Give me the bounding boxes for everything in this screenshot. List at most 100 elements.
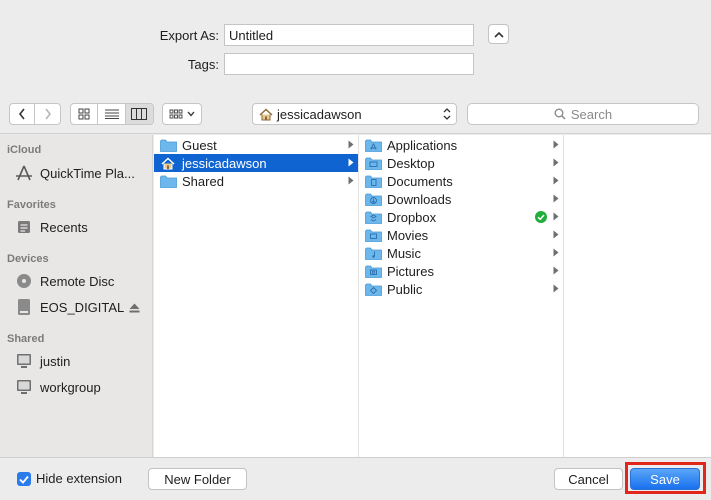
column-home: Applications Desktop Documents Downloads… (359, 135, 564, 457)
search-field[interactable]: Search (467, 103, 699, 125)
disclosure-arrow-icon (553, 212, 559, 221)
export-header: Export As: Tags: (0, 0, 711, 96)
tags-field[interactable] (224, 53, 474, 75)
list-item-documents[interactable]: Documents (359, 172, 563, 190)
recents-icon (14, 218, 34, 236)
sidebar-item-label: Recents (40, 219, 88, 235)
list-item-label: Music (387, 245, 421, 261)
grid-icon (78, 108, 90, 120)
list-view-button[interactable] (98, 104, 126, 124)
forward-button[interactable] (35, 104, 60, 124)
expand-dialog-button[interactable] (488, 24, 509, 44)
location-label: jessicadawson (277, 106, 362, 122)
disc-icon (14, 272, 34, 290)
list-item-label: jessicadawson (182, 155, 267, 171)
home-icon (159, 156, 177, 170)
disclosure-arrow-icon (553, 140, 559, 149)
sidebar-item-eos-digital[interactable]: EOS_DIGITAL (14, 298, 124, 316)
music-folder-icon (364, 246, 382, 260)
sidebar-section-devices: Devices (7, 253, 49, 265)
list-item-movies[interactable]: Movies (359, 226, 563, 244)
list-item-guest[interactable]: Guest (154, 136, 358, 154)
list-item-music[interactable]: Music (359, 244, 563, 262)
disclosure-arrow-icon (553, 284, 559, 293)
toolbar: jessicadawson Search (0, 96, 711, 134)
list-item-jessicadawson[interactable]: jessicadawson (154, 154, 358, 172)
disclosure-arrow-icon (553, 158, 559, 167)
disclosure-arrow-icon (348, 176, 354, 185)
export-as-label: Export As: (159, 27, 219, 43)
sidebar-item-workgroup[interactable]: workgroup (14, 378, 101, 396)
cancel-button[interactable]: Cancel (554, 468, 623, 490)
sidebar-item-quicktime[interactable]: QuickTime Pla... (14, 164, 135, 182)
list-item-applications[interactable]: Applications (359, 136, 563, 154)
applications-folder-icon (364, 138, 382, 152)
home-icon (259, 108, 273, 120)
pictures-folder-icon (364, 264, 382, 278)
sidebar-item-label: Remote Disc (40, 273, 115, 289)
list-item-label: Guest (182, 137, 217, 153)
folder-icon (159, 174, 177, 188)
list-item-downloads[interactable]: Downloads (359, 190, 563, 208)
sidebar-item-remote-disc[interactable]: Remote Disc (14, 272, 114, 290)
disclosure-arrow-icon (553, 176, 559, 185)
eject-icon (129, 303, 140, 313)
sidebar-item-label: QuickTime Pla... (40, 165, 135, 181)
back-button[interactable] (10, 104, 36, 124)
chevron-left-icon (18, 108, 25, 120)
search-icon (554, 108, 566, 120)
search-placeholder: Search (570, 106, 613, 122)
disclosure-arrow-icon (553, 248, 559, 257)
folder-icon (159, 138, 177, 152)
list-item-label: Shared (182, 173, 224, 189)
disclosure-arrow-icon (348, 158, 354, 167)
disclosure-arrow-icon (553, 194, 559, 203)
monitor-icon (14, 352, 34, 370)
documents-folder-icon (364, 174, 382, 188)
sidebar-item-label: EOS_DIGITAL (40, 299, 125, 315)
list-item-shared[interactable]: Shared (154, 172, 358, 190)
column-users: Guest jessicadawson Shared (154, 135, 359, 457)
sidebar-section-icloud: iCloud (7, 144, 42, 156)
list-icon (104, 109, 119, 119)
public-folder-icon (364, 282, 382, 296)
disclosure-arrow-icon (553, 230, 559, 239)
drive-icon (14, 298, 34, 316)
sidebar: iCloud QuickTime Pla... Favorites Recent… (0, 135, 153, 457)
tags-label: Tags: (187, 56, 219, 72)
columns-icon (131, 108, 148, 120)
disclosure-arrow-icon (553, 266, 559, 275)
list-item-label: Public (387, 281, 423, 297)
monitor-icon (14, 378, 34, 396)
list-item-label: Applications (387, 137, 458, 153)
sidebar-item-justin[interactable]: justin (14, 352, 70, 370)
column-view-button[interactable] (125, 104, 153, 124)
arrange-button[interactable] (162, 103, 202, 125)
sidebar-item-label: justin (40, 353, 71, 369)
list-item-label: Dropbox (387, 209, 437, 225)
list-item-label: Desktop (387, 155, 435, 171)
column-browser: Guest jessicadawson Shared Applications … (154, 135, 711, 457)
list-item-pictures[interactable]: Pictures (359, 262, 563, 280)
list-item-label: Pictures (387, 263, 434, 279)
arrange-grid-icon (169, 109, 183, 119)
export-as-field[interactable] (224, 24, 474, 46)
downloads-folder-icon (364, 192, 382, 206)
new-folder-button[interactable]: New Folder (148, 468, 247, 490)
desktop-folder-icon (364, 156, 382, 170)
list-item-desktop[interactable]: Desktop (359, 154, 563, 172)
hide-extension-checkbox[interactable] (17, 472, 31, 486)
list-item-public[interactable]: Public (359, 280, 563, 298)
list-item-dropbox[interactable]: Dropbox (359, 208, 563, 226)
movies-folder-icon (364, 228, 382, 242)
nav-buttons (9, 103, 61, 125)
export-as-row: Export As: (0, 24, 474, 46)
location-popup[interactable]: jessicadawson (252, 103, 457, 125)
sidebar-item-recents[interactable]: Recents (14, 218, 88, 236)
eject-button[interactable] (129, 301, 140, 316)
sidebar-item-label: workgroup (40, 379, 101, 395)
icon-view-button[interactable] (71, 104, 99, 124)
arrange-button-inner (163, 104, 201, 124)
hide-extension-label[interactable]: Hide extension (36, 471, 122, 486)
disclosure-arrow-icon (348, 140, 354, 149)
